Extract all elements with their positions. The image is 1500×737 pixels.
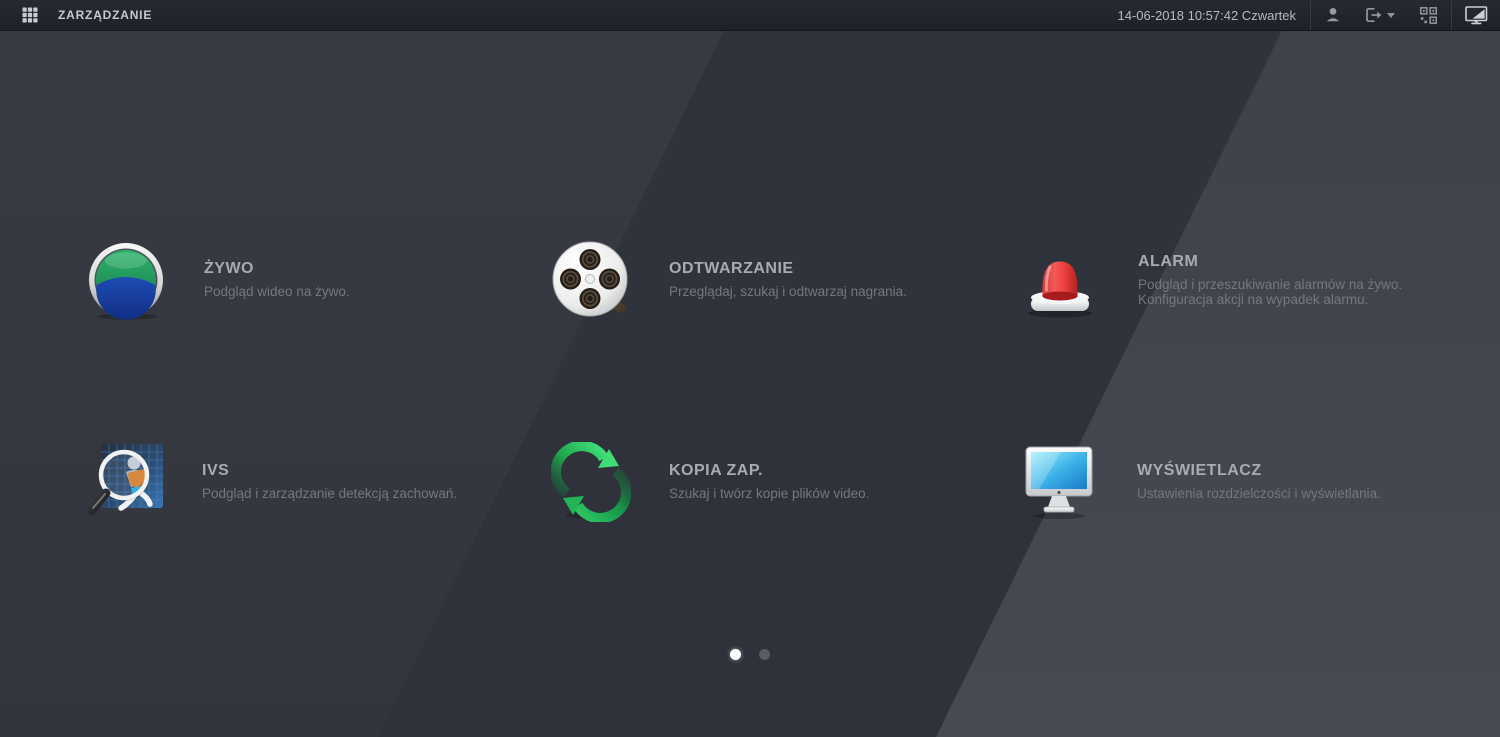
menu-item-alarm[interactable]: ALARM Podgląd i przeszukiwanie alarmów n… — [1020, 238, 1402, 322]
backup-icon — [550, 440, 632, 524]
alarm-icon — [1020, 240, 1100, 320]
menu-item-desc: Przeglądaj, szukaj i odtwarzaj nagrania. — [669, 284, 907, 300]
qr-code-icon[interactable] — [1405, 0, 1451, 30]
menu-item-title: IVS — [202, 462, 230, 480]
display-mode-icon[interactable] — [1452, 0, 1500, 30]
topbar: ZARZĄDZANIE 14-06-2018 10:57:42 Czwartek — [0, 0, 1500, 31]
logout-icon[interactable] — [1355, 0, 1405, 30]
menu-item-display[interactable]: WYŚWIETLACZ Ustawienia rozdzielczości i … — [1019, 440, 1381, 524]
caret-down-icon — [1387, 12, 1395, 18]
page-title: ZARZĄDZANIE — [58, 8, 153, 22]
menu-item-title: WYŚWIETLACZ — [1137, 462, 1262, 480]
menu-item-desc: Podgląd i przeszukiwanie alarmów na żywo… — [1138, 276, 1403, 292]
page-dot-1[interactable] — [730, 649, 741, 660]
live-icon — [86, 240, 166, 320]
datetime-display: 14-06-2018 10:57:42 Czwartek — [1117, 7, 1296, 23]
menu-item-playback[interactable]: ODTWARZANIE Przeglądaj, szukaj i odtwarz… — [551, 238, 907, 322]
menu-item-backup[interactable]: KOPIA ZAP. Szukaj i twórz kopie plików v… — [550, 440, 870, 524]
menu-item-desc: Szukaj i twórz kopie plików video. — [669, 486, 870, 502]
page-dot-2[interactable] — [759, 649, 770, 660]
menu-item-live[interactable]: ŻYWO Podgląd wideo na żywo. — [86, 238, 350, 322]
menu-item-title: ODTWARZANIE — [669, 260, 794, 278]
menu-item-title: ALARM — [1138, 252, 1199, 270]
ivs-icon — [84, 442, 170, 522]
background — [0, 0, 1500, 737]
menu-item-desc: Podgląd wideo na żywo. — [204, 284, 350, 300]
menu-item-ivs[interactable]: IVS Podgląd i zarządzanie detekcją zacho… — [84, 440, 457, 524]
playback-icon — [551, 240, 631, 320]
management-screen: ZARZĄDZANIE 14-06-2018 10:57:42 Czwartek — [0, 0, 1500, 737]
user-icon[interactable] — [1311, 0, 1355, 30]
apps-grid-icon[interactable] — [16, 0, 44, 30]
menu-item-desc: Ustawienia rozdzielczości i wyświetlania… — [1137, 486, 1381, 502]
menu-item-title: KOPIA ZAP. — [669, 462, 763, 480]
menu-item-desc: Podgląd i zarządzanie detekcją zachowań. — [202, 486, 458, 502]
pagination — [730, 649, 770, 660]
menu-item-title: ŻYWO — [204, 260, 254, 278]
menu-item-desc2: Konfiguracja akcji na wypadek alarmu. — [1138, 292, 1369, 307]
display-icon — [1019, 442, 1099, 522]
